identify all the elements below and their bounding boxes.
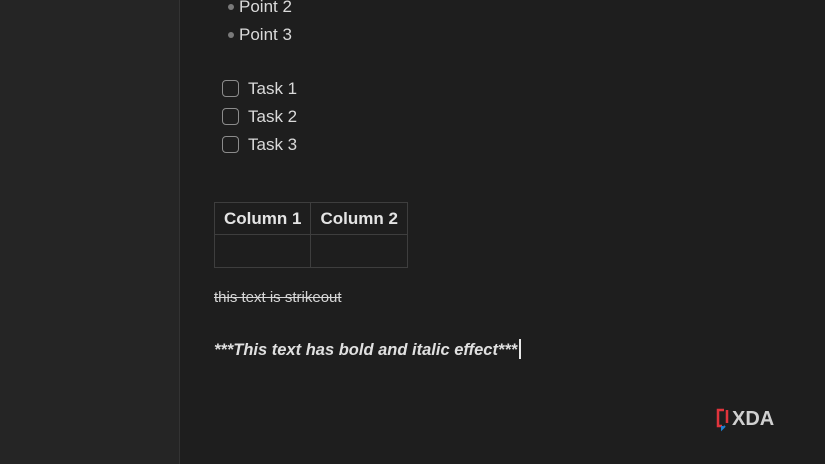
task-checkbox[interactable] bbox=[222, 136, 239, 153]
bullet-text: Point 2 bbox=[239, 0, 292, 16]
sidebar-panel bbox=[0, 0, 180, 464]
table-row bbox=[213, 234, 408, 268]
strikeout-text: this text is strikeout bbox=[214, 289, 342, 306]
table-header-row: Column 1 Column 2 bbox=[213, 202, 408, 235]
table-header-cell[interactable]: Column 2 bbox=[310, 202, 408, 235]
task-text: Task 3 bbox=[248, 135, 298, 154]
text-cursor bbox=[519, 339, 521, 359]
task-checkbox[interactable] bbox=[222, 108, 239, 125]
table-cell[interactable] bbox=[213, 234, 312, 268]
bold-italic-line[interactable]: ***This text has bold and italic effect*… bbox=[214, 339, 521, 361]
bullet-dot-icon bbox=[228, 4, 234, 10]
task-text: Task 2 bbox=[248, 107, 298, 126]
task-text: Task 1 bbox=[248, 79, 298, 98]
table-header-cell[interactable]: Column 1 bbox=[213, 202, 312, 235]
task-checkbox[interactable] bbox=[222, 80, 239, 97]
bold-italic-text: ***This text has bold and italic effect*… bbox=[214, 341, 518, 359]
table-cell[interactable] bbox=[310, 234, 408, 268]
watermark-text: XDA bbox=[732, 408, 774, 430]
editor-area[interactable]: Point 2 Point 3 Task 1 Task 2 Task 3 Col… bbox=[180, 0, 825, 464]
bullet-text: Point 3 bbox=[239, 25, 292, 44]
xda-watermark: XDA bbox=[716, 406, 796, 432]
bullet-dot-icon bbox=[228, 32, 234, 38]
xda-logo-icon: XDA bbox=[716, 408, 774, 432]
markdown-table: Column 1 Column 2 bbox=[213, 202, 408, 268]
